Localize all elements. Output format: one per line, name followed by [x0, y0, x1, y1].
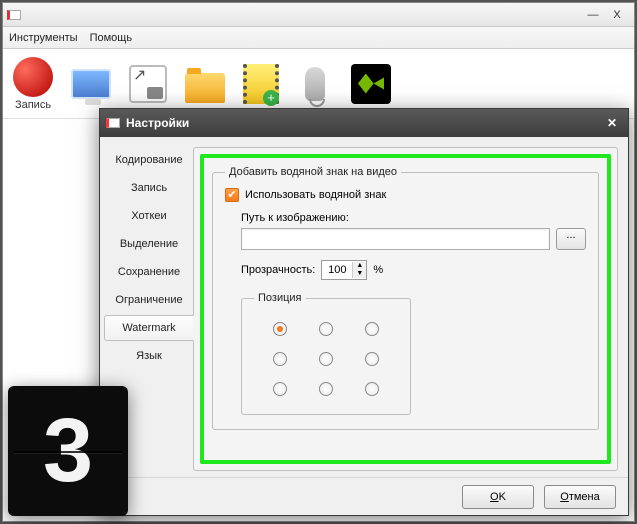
position-radio-top-right[interactable] [365, 322, 379, 336]
dialog-close-button[interactable]: ✕ [602, 116, 622, 130]
countdown-digit: 3 [43, 400, 93, 503]
position-radio-top-left[interactable] [273, 322, 287, 336]
path-input[interactable] [241, 228, 550, 250]
dialog-title: Настройки [126, 116, 189, 130]
menu-bar: Инструменты Помощь [3, 27, 634, 49]
cancel-button[interactable]: Отмена [544, 485, 616, 509]
browse-button[interactable]: ... [556, 228, 586, 250]
folder-button[interactable] [185, 69, 225, 99]
position-radio-bottom-right[interactable] [365, 382, 379, 396]
path-label: Путь к изображению: [241, 212, 586, 224]
menu-help[interactable]: Помощь [90, 32, 133, 44]
monitor-icon [71, 69, 111, 99]
screen-button[interactable] [71, 69, 111, 99]
use-watermark-label: Использовать водяной знак [245, 189, 386, 201]
watermark-group-title: Добавить водяной знак на видео [225, 166, 401, 178]
countdown-overlay: 3 [8, 386, 128, 516]
tab-hotkeys[interactable]: Хоткеи [104, 203, 194, 229]
position-radio-top-center[interactable] [319, 322, 333, 336]
dialog-titlebar: Настройки ✕ [100, 109, 628, 137]
opacity-suffix: % [373, 264, 383, 276]
record-icon [13, 57, 53, 97]
opacity-label: Прозрачность: [241, 264, 315, 276]
position-radio-middle-right[interactable] [365, 352, 379, 366]
menu-tools[interactable]: Инструменты [9, 32, 78, 44]
mic-button[interactable] [297, 67, 333, 101]
region-button[interactable] [129, 65, 167, 103]
position-group: Позиция [241, 292, 411, 415]
opacity-spinner[interactable]: 100 ▲▼ [321, 260, 367, 280]
ok-rest: K [499, 491, 506, 503]
main-titlebar: — X [3, 3, 634, 27]
tab-language[interactable]: Язык [104, 343, 194, 369]
folder-icon [185, 73, 225, 103]
use-watermark-checkbox[interactable]: ✔ [225, 188, 239, 202]
position-radio-middle-center[interactable] [319, 352, 333, 366]
app-icon [7, 10, 21, 20]
tab-saving[interactable]: Сохранение [104, 259, 194, 285]
tab-record[interactable]: Запись [104, 175, 194, 201]
minimize-button[interactable]: — [584, 7, 602, 23]
tab-limit[interactable]: Ограничение [104, 287, 194, 313]
ok-button[interactable]: OK [462, 485, 534, 509]
opacity-value: 100 [322, 264, 352, 276]
position-radio-bottom-left[interactable] [273, 382, 287, 396]
record-label: Запись [15, 99, 51, 111]
microphone-icon [305, 67, 325, 101]
position-label: Позиция [254, 292, 306, 304]
watermark-group: Добавить водяной знак на видео ✔ Использ… [212, 166, 599, 430]
close-button[interactable]: X [608, 7, 626, 23]
region-icon [129, 65, 167, 103]
tab-encoding[interactable]: Кодирование [104, 147, 194, 173]
nvidia-button[interactable] [351, 64, 391, 104]
settings-dialog: Настройки ✕ Кодирование Запись Хоткеи Вы… [99, 108, 629, 516]
spinner-arrows-icon[interactable]: ▲▼ [352, 262, 366, 278]
video-add-button[interactable] [243, 64, 279, 104]
dialog-footer: OK Отмена [100, 477, 628, 515]
highlight-box: Добавить водяной знак на видео ✔ Использ… [200, 154, 611, 464]
position-radio-middle-left[interactable] [273, 352, 287, 366]
position-radio-bottom-center[interactable] [319, 382, 333, 396]
tab-highlight[interactable]: Выделение [104, 231, 194, 257]
tab-pane-watermark: Добавить водяной знак на видео ✔ Использ… [193, 147, 618, 471]
nvidia-icon [351, 64, 391, 104]
dialog-icon [106, 118, 120, 128]
film-add-icon [243, 64, 279, 104]
tab-watermark[interactable]: Watermark [104, 315, 194, 341]
cancel-rest: тмена [569, 491, 600, 503]
record-button[interactable]: Запись [13, 57, 53, 111]
